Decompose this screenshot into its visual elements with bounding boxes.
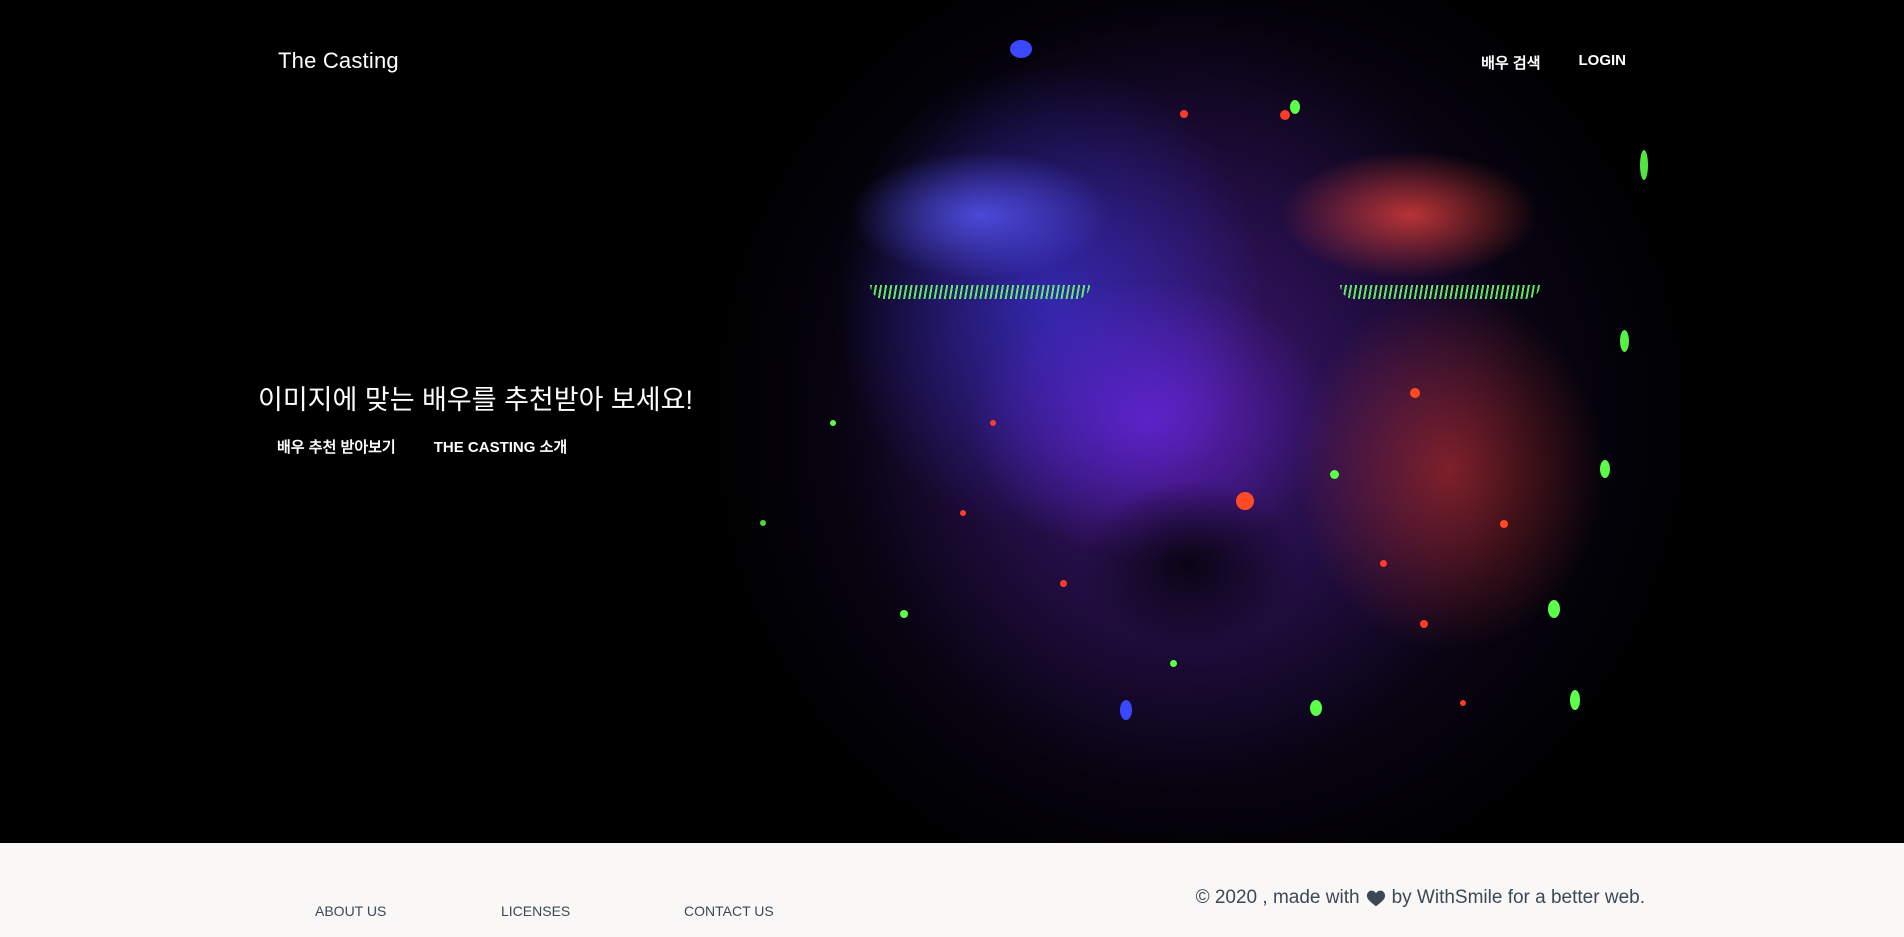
about-casting-button[interactable]: THE CASTING 소개 [434, 436, 567, 457]
hero-actions: 배우 추천 받아보기 THE CASTING 소개 [277, 436, 567, 457]
footer: ABOUT US LICENSES CONTACT US © 2020 , ma… [0, 843, 1904, 937]
footer-link-contact-us[interactable]: CONTACT US [684, 903, 774, 919]
nav-login-link[interactable]: LOGIN [1579, 52, 1627, 73]
nav-actor-search-link[interactable]: 배우 검색 [1481, 52, 1540, 73]
copyright-text: © 2020 , made with by WithSmile for a be… [1196, 887, 1645, 909]
hero-section: The Casting 배우 검색 LOGIN 이미지에 맞는 배우를 추천받아… [0, 0, 1904, 843]
actor-recommend-button[interactable]: 배우 추천 받아보기 [277, 436, 396, 457]
footer-link-about-us[interactable]: ABOUT US [315, 903, 501, 919]
footer-link-licenses[interactable]: LICENSES [501, 903, 684, 919]
copyright-suffix: by WithSmile for a better web. [1391, 887, 1645, 908]
top-nav: 배우 검색 LOGIN [1481, 52, 1626, 73]
brand-logo[interactable]: The Casting [278, 48, 399, 74]
heart-icon [1366, 889, 1386, 907]
hero-headline: 이미지에 맞는 배우를 추천받아 보세요! [258, 385, 693, 415]
footer-links: ABOUT US LICENSES CONTACT US [315, 903, 774, 919]
copyright-prefix: © 2020 , made with [1195, 887, 1360, 908]
